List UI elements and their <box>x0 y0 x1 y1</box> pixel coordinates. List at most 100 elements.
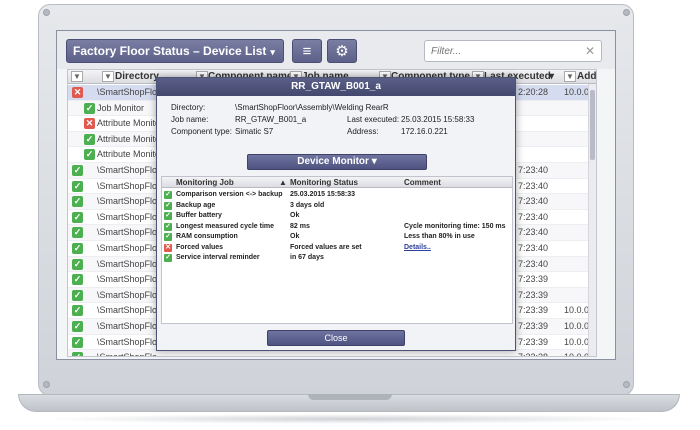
last-executed-value: 25.03.2015 15:58:33 <box>401 115 475 124</box>
monitoring-job-name: Longest measured cycle time <box>176 222 275 230</box>
column-header-monitoring-job[interactable]: Monitoring Job <box>176 178 234 187</box>
status-ok-icon: ✓ <box>164 233 172 241</box>
filter-funnel-icon[interactable]: ▼ <box>102 71 114 82</box>
monitoring-job-name: Service interval reminder <box>176 254 260 261</box>
monitoring-row[interactable]: ✓ Service interval reminder in 67 days <box>162 253 512 264</box>
monitoring-row[interactable]: ✕ Forced values Forced values are set Detai… <box>162 243 512 254</box>
monitoring-status-value: 82 ms <box>290 222 310 230</box>
gear-icon: ⚙ <box>335 43 349 60</box>
table-row[interactable]: ✓\SmartShopFlo7:23:3810.0.0.2 <box>68 350 596 356</box>
frame-screw <box>623 9 630 16</box>
monitoring-row[interactable]: ✓ RAM consumption Ok Less than 80% in use <box>162 232 512 243</box>
status-ok-icon: ✓ <box>84 133 95 145</box>
column-header-comment[interactable]: Comment <box>404 178 441 187</box>
cell-directory: \SmartShopFlo <box>97 352 195 356</box>
monitoring-status-value: Ok <box>290 212 300 219</box>
status-ok-icon: ✓ <box>72 274 83 286</box>
status-ok-icon: ✓ <box>72 243 83 254</box>
frame-screw <box>43 9 50 16</box>
close-button[interactable]: Close <box>267 330 405 346</box>
monitoring-job-name: Forced values <box>176 243 224 251</box>
cell-last-executed: 7:23:39 <box>518 336 549 347</box>
status-ok-icon: ✓ <box>72 196 83 208</box>
clear-filter-icon[interactable]: ✕ <box>585 44 595 58</box>
filter-input[interactable] <box>431 43 571 59</box>
status-ok-icon: ✓ <box>72 258 83 270</box>
monitoring-status-value: 3 days old <box>290 201 325 209</box>
monitoring-row[interactable]: ✓ Buffer battery Ok <box>162 211 512 222</box>
app-screen: Factory Floor Status – Device List ▾ ≡ ⚙ … <box>56 30 616 360</box>
monitoring-job-name: RAM consumption <box>176 233 238 240</box>
status-ok-icon: ✓ <box>164 201 172 210</box>
monitoring-row[interactable]: ✓ Backup age 3 days old <box>162 201 512 212</box>
monitoring-job-name: Buffer battery <box>176 212 222 219</box>
toolbar: Factory Floor Status – Device List ▾ ≡ ⚙ … <box>57 31 615 69</box>
monitoring-table: Monitoring Job ▲ Monitoring Status Comme… <box>161 176 513 324</box>
status-error-icon: ✕ <box>164 243 172 252</box>
status-ok-icon: ✓ <box>72 227 83 239</box>
details-link[interactable]: Details.. <box>404 244 431 251</box>
address-value: 172.16.0.221 <box>401 127 448 136</box>
cell-last-executed: 7:23:39 <box>518 274 549 285</box>
cell-last-executed: 7:23:39 <box>518 305 549 316</box>
status-ok-icon: ✓ <box>72 211 83 223</box>
status-ok-icon: ✓ <box>72 305 83 317</box>
cell-last-executed: 7:23:40 <box>518 211 549 222</box>
status-ok-icon: ✓ <box>72 321 83 332</box>
menu-button[interactable]: ≡ <box>292 39 322 63</box>
view-selector-dropdown[interactable]: Factory Floor Status – Device List ▾ <box>66 39 284 63</box>
status-ok-icon: ✓ <box>72 336 83 348</box>
device-monitor-dropdown[interactable]: Device Monitor ▾ <box>247 154 427 170</box>
cell-last-executed: 7:23:40 <box>518 243 549 253</box>
column-header-address[interactable]: Add <box>577 71 596 82</box>
filter-funnel-icon[interactable]: ▼ <box>71 71 83 82</box>
monitoring-comment: Less than 80% in use <box>404 233 475 240</box>
cell-last-executed: 7:23:39 <box>518 289 549 300</box>
status-ok-icon: ✓ <box>164 254 172 262</box>
last-executed-label: Last executed: <box>347 115 400 124</box>
cell-last-executed: 7:23:39 <box>518 321 549 331</box>
device-detail-dialog: RR_GTAW_B001_a Directory: \SmartShopFloo… <box>156 77 516 351</box>
device-monitor-label: Device Monitor <box>297 156 369 167</box>
status-error-icon: ✕ <box>84 118 95 130</box>
status-ok-icon: ✓ <box>164 212 172 220</box>
chevron-down-icon: ▾ <box>270 47 275 57</box>
scrollbar-thumb[interactable] <box>590 90 595 160</box>
monitoring-row[interactable]: ✓ Comparison version <-> backup 25.03.2015… <box>162 190 512 201</box>
job-name-value: RR_GTAW_B001_a <box>235 115 307 124</box>
directory-value: \SmartShopFloor\Assembly\Welding RearR <box>235 103 389 112</box>
monitoring-status-value: Forced values are set <box>290 243 362 251</box>
laptop-notch <box>308 394 392 400</box>
status-ok-icon: ✓ <box>164 222 172 231</box>
cell-last-executed: 7:23:40 <box>518 196 549 207</box>
status-ok-icon: ✓ <box>84 102 95 114</box>
laptop-shadow <box>40 414 660 424</box>
settings-button[interactable]: ⚙ <box>327 39 357 63</box>
directory-label: Directory: <box>171 103 206 112</box>
cell-last-executed: 7:23:40 <box>518 165 549 175</box>
column-header-monitoring-status[interactable]: Monitoring Status <box>290 178 358 187</box>
monitoring-status-value: 25.03.2015 15:58:33 <box>290 191 355 198</box>
filter-funnel-icon[interactable]: ▼ <box>564 71 576 82</box>
vertical-scrollbar[interactable] <box>588 84 596 356</box>
frame-screw <box>623 381 630 388</box>
frame-screw <box>43 381 50 388</box>
status-ok-icon: ✓ <box>164 191 172 199</box>
component-type-label: Component type: <box>171 127 232 136</box>
cell-last-executed: 7:23:40 <box>518 258 549 269</box>
monitoring-job-name: Comparison version <-> backup <box>176 191 283 198</box>
view-selector-label: Factory Floor Status – Device List <box>73 44 267 58</box>
address-label: Address: <box>347 127 379 136</box>
monitoring-comment: Cycle monitoring time: 150 ms <box>404 222 506 230</box>
column-header-directory[interactable]: Directory <box>115 71 159 82</box>
monitoring-row[interactable]: ✓ Longest measured cycle time 82 ms Cycle m… <box>162 222 512 233</box>
sort-desc-icon: ▾ <box>549 71 555 82</box>
status-ok-icon: ✓ <box>72 289 83 301</box>
dialog-title: RR_GTAW_B001_a <box>157 78 515 96</box>
status-error-icon: ✕ <box>72 87 83 98</box>
status-ok-icon: ✓ <box>72 180 83 192</box>
monitoring-table-header: Monitoring Job ▲ Monitoring Status Comme… <box>162 177 512 188</box>
status-ok-icon: ✓ <box>84 149 95 161</box>
cell-last-executed: 2:20:28 <box>518 87 549 97</box>
cell-last-executed: 7:23:38 <box>518 352 562 356</box>
